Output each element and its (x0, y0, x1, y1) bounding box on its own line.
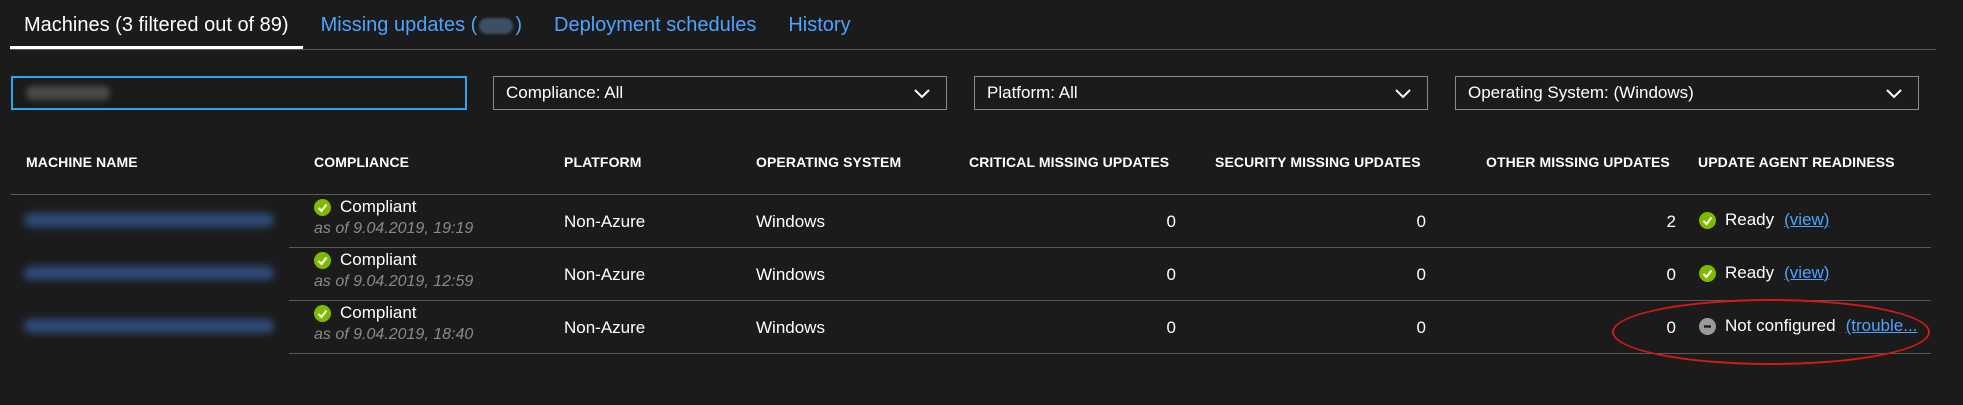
os-cell: Windows (756, 212, 825, 231)
tab-deployment-schedules[interactable]: Deployment schedules (540, 6, 770, 49)
platform-filter-dropdown[interactable]: Platform: All (974, 76, 1428, 110)
compliance-cell: Compliant as of 9.04.2019, 12:59 (314, 250, 473, 291)
header-other-missing[interactable]: OTHER MISSING UPDATES (1486, 154, 1670, 170)
checkmark-icon (1699, 264, 1716, 282)
compliance-date: as of 9.04.2019, 18:40 (314, 326, 474, 343)
chevron-down-icon (1395, 89, 1411, 99)
table-row[interactable]: Compliant as of 9.04.2019, 19:19 Non-Azu… (0, 195, 1963, 248)
header-platform[interactable]: PLATFORM (564, 154, 642, 170)
compliance-cell: Compliant as of 9.04.2019, 18:40 (314, 303, 473, 344)
header-os[interactable]: OPERATING SYSTEM (756, 154, 901, 170)
compliance-date: as of 9.04.2019, 19:19 (314, 220, 474, 237)
other-missing-cell: 0 (1666, 265, 1676, 284)
redacted-machine-name[interactable] (24, 213, 274, 227)
security-missing-cell: 0 (1416, 212, 1426, 231)
red-annotation-ellipse (1612, 299, 1930, 365)
platform-filter-value: Platform: All (987, 83, 1078, 102)
compliance-cell: Compliant as of 9.04.2019, 19:19 (314, 197, 473, 238)
os-filter-dropdown[interactable]: Operating System: (Windows) (1455, 76, 1919, 110)
compliance-date: as of 9.04.2019, 12:59 (314, 273, 474, 290)
tab-missing-updates[interactable]: Missing updates () (307, 6, 536, 49)
redacted-machine-name[interactable] (24, 319, 274, 333)
os-filter-value: Operating System: (Windows) (1468, 83, 1694, 102)
tab-history[interactable]: History (774, 6, 864, 49)
tab-missing-updates-prefix: Missing updates ( (320, 14, 478, 36)
checkmark-icon (314, 304, 331, 322)
other-missing-cell: 2 (1666, 212, 1676, 231)
checkmark-icon (314, 251, 331, 269)
checkmark-icon (314, 198, 331, 216)
tab-missing-updates-suffix: ) (515, 14, 523, 36)
redacted-search-text (26, 86, 110, 100)
compliance-filter-value: Compliance: All (506, 83, 624, 102)
redacted-machine-name[interactable] (24, 266, 274, 280)
platform-cell: Non-Azure (564, 212, 646, 231)
os-cell: Windows (756, 318, 825, 337)
tab-machines[interactable]: Machines (3 filtered out of 89) (10, 6, 303, 49)
readiness-cell: Ready (view) (1699, 210, 1829, 230)
chevron-down-icon (914, 89, 930, 99)
readiness-status: Ready (1725, 263, 1775, 282)
compliance-status: Compliant (340, 303, 417, 322)
checkmark-icon (1699, 211, 1716, 229)
security-missing-cell: 0 (1416, 318, 1426, 337)
critical-missing-cell: 0 (1166, 212, 1176, 231)
view-link[interactable]: (view) (1784, 210, 1829, 230)
view-link[interactable]: (view) (1784, 263, 1829, 283)
header-security-missing[interactable]: SECURITY MISSING UPDATES (1215, 154, 1421, 170)
critical-missing-cell: 0 (1166, 265, 1176, 284)
header-update-agent-readiness[interactable]: UPDATE AGENT READINESS (1698, 154, 1895, 170)
platform-cell: Non-Azure (564, 318, 646, 337)
compliance-status: Compliant (340, 197, 417, 216)
critical-missing-cell: 0 (1166, 318, 1176, 337)
header-machine-name[interactable]: MACHINE NAME (26, 154, 138, 170)
os-cell: Windows (756, 265, 825, 284)
redacted-count (479, 17, 514, 34)
header-critical-missing[interactable]: CRITICAL MISSING UPDATES (969, 154, 1169, 170)
platform-cell: Non-Azure (564, 265, 646, 284)
header-compliance[interactable]: COMPLIANCE (314, 154, 409, 170)
security-missing-cell: 0 (1416, 265, 1426, 284)
table-row[interactable]: Compliant as of 9.04.2019, 12:59 Non-Azu… (0, 248, 1963, 301)
compliance-status: Compliant (340, 250, 417, 269)
tab-bar: Machines (3 filtered out of 89) Missing … (10, 6, 1936, 50)
readiness-status: Ready (1725, 210, 1775, 229)
chevron-down-icon (1886, 89, 1902, 99)
compliance-filter-dropdown[interactable]: Compliance: All (493, 76, 947, 110)
readiness-cell: Ready (view) (1699, 263, 1829, 283)
